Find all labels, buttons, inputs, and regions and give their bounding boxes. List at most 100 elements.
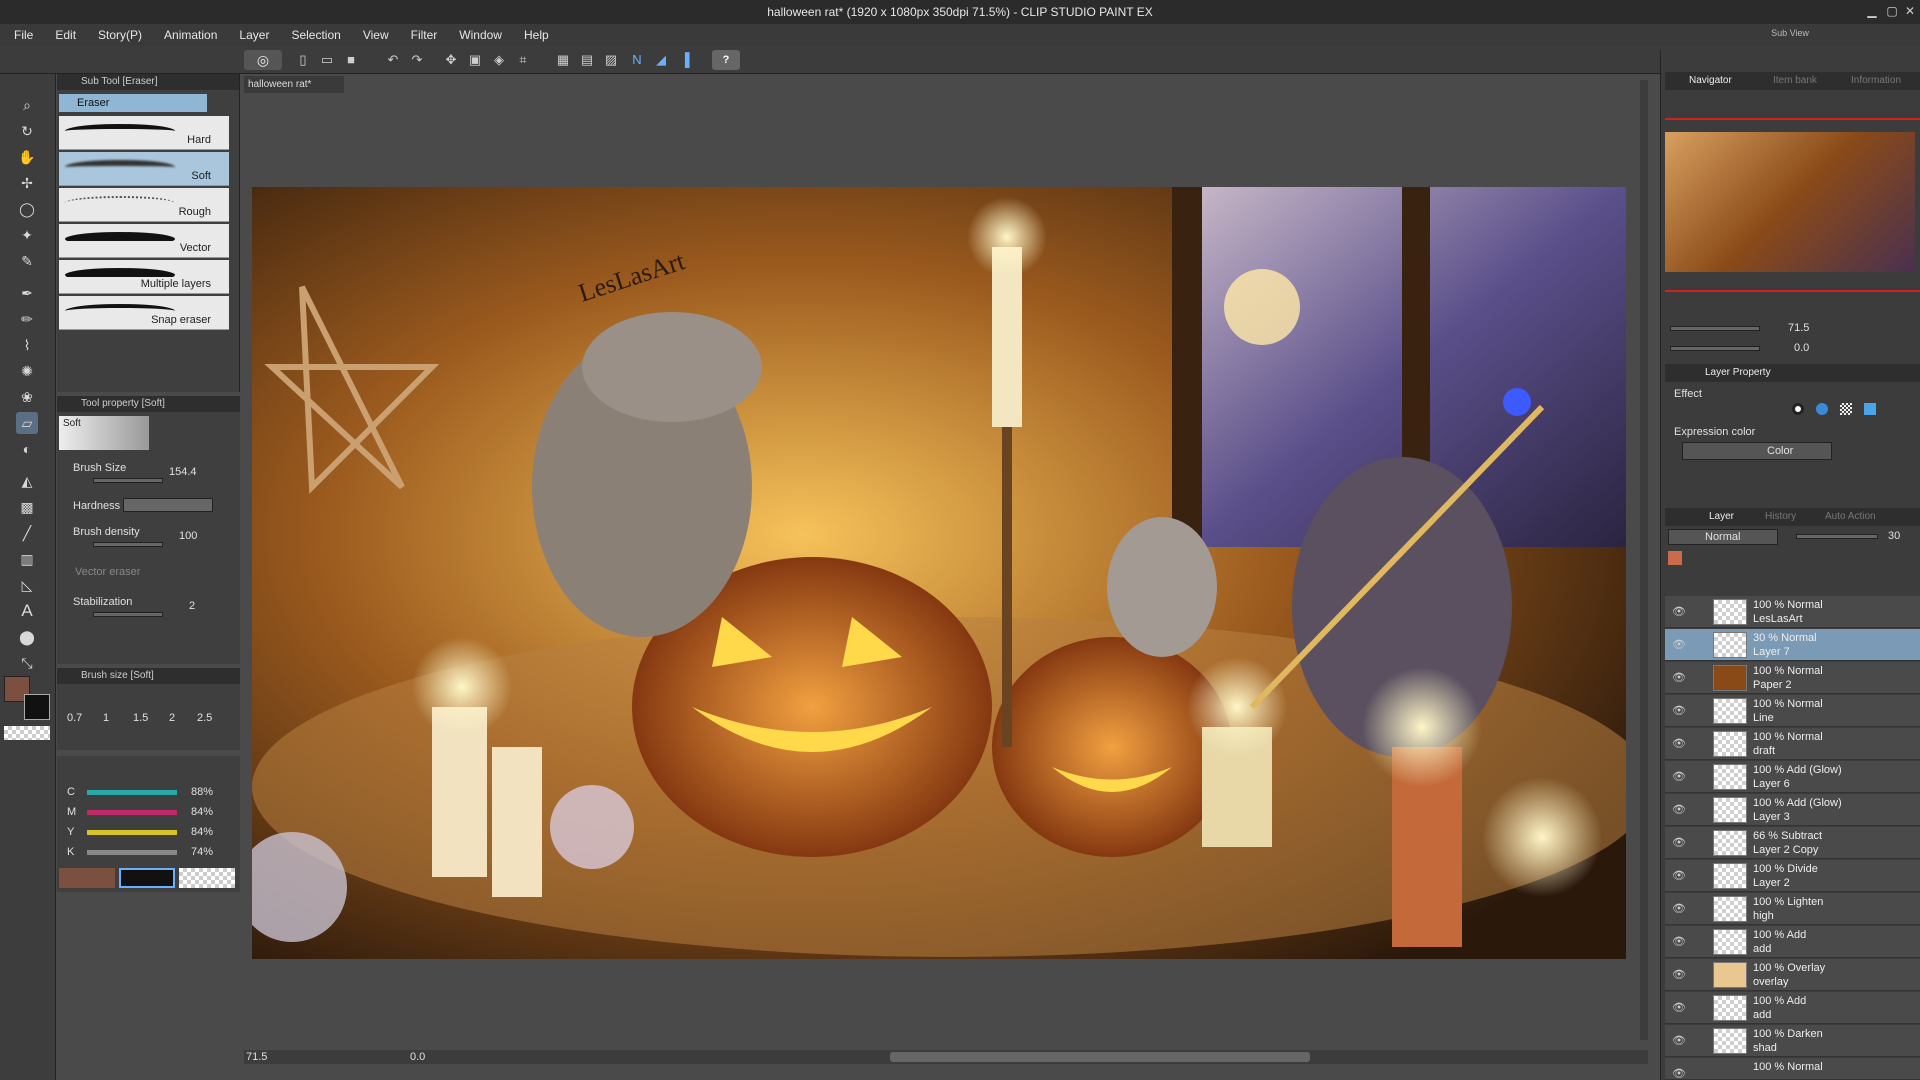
snap-grid-icon[interactable]: ◢ [652, 51, 670, 69]
brush-snap-eraser[interactable]: Snap eraser [59, 296, 229, 330]
blend-tool-icon[interactable]: ◐ [16, 438, 38, 460]
brush-tool-icon[interactable]: ⌇ [16, 334, 38, 356]
grid-icon[interactable]: ▦ [554, 51, 572, 69]
layer-row[interactable]: 👁 100 % Normal LesLasArt [1665, 596, 1920, 628]
sub-color-chip[interactable] [119, 868, 175, 888]
cmyk-k-value[interactable]: 74% [191, 846, 213, 858]
cmyk-m-slider[interactable] [87, 810, 177, 815]
selection-icon[interactable]: ▣ [466, 51, 484, 69]
zoom-tool-icon[interactable]: ⌕ [16, 94, 38, 116]
pencil-tool-icon[interactable]: ✏ [16, 308, 38, 330]
tab-information[interactable]: Information [1851, 75, 1901, 86]
hardness-selector[interactable] [123, 498, 213, 512]
eye-icon[interactable]: 👁 [1672, 704, 1686, 717]
brush-hard[interactable]: Hard [59, 116, 229, 150]
cmyk-c-slider[interactable] [87, 790, 177, 795]
decoration-icon[interactable]: ❀ [16, 386, 38, 408]
tab-item-bank[interactable]: Item bank [1773, 75, 1817, 86]
vertical-scrollbar[interactable] [1640, 80, 1648, 1040]
layer-row[interactable]: 👁 100 % Add (Glow) Layer 3 [1665, 794, 1920, 826]
zoom-readout[interactable]: 71.5 [246, 1051, 267, 1063]
tab-layer[interactable]: Layer [1709, 511, 1734, 522]
layer-color-icon[interactable] [1864, 403, 1876, 415]
eye-icon[interactable]: 👁 [1672, 935, 1686, 948]
transparent-swatch[interactable] [4, 726, 50, 740]
crop-icon[interactable]: ⌗ [514, 51, 532, 69]
correct-line-icon[interactable]: ⤡ [16, 652, 38, 674]
size-option[interactable]: 1.5 [133, 712, 148, 724]
eyedropper-icon[interactable]: ✎ [16, 250, 38, 272]
opacity-slider[interactable] [1796, 534, 1878, 539]
layer-row[interactable]: 👁 100 % Normal Line [1665, 695, 1920, 727]
layer-row[interactable]: 👁 100 % Normal Paper 2 [1665, 662, 1920, 694]
navigator-thumbnail[interactable] [1665, 132, 1915, 272]
menu-layer[interactable]: Layer [239, 28, 269, 42]
lasso-icon[interactable]: ◯ [16, 198, 38, 220]
expression-color-icon[interactable] [1816, 403, 1828, 415]
stabilization-value[interactable]: 2 [189, 600, 195, 612]
angle-readout[interactable]: 0.0 [410, 1051, 425, 1063]
blend-mode-select[interactable]: Normal [1668, 529, 1778, 545]
expression-color-select[interactable]: Color [1682, 442, 1832, 460]
nav-zoom-slider[interactable] [1670, 326, 1760, 331]
menu-file[interactable]: File [14, 28, 33, 42]
new-file-icon[interactable]: ▯ [294, 51, 312, 69]
artwork-canvas[interactable]: LesLasArt [252, 187, 1626, 959]
layer-row[interactable]: 👁 100 % Normal draft [1665, 728, 1920, 760]
vector-eraser-label[interactable]: Vector eraser [75, 566, 140, 578]
size-option[interactable]: 1 [103, 712, 109, 724]
close-icon[interactable]: ✕ [1902, 3, 1918, 19]
brush-density-value[interactable]: 100 [179, 530, 197, 542]
menu-filter[interactable]: Filter [411, 28, 438, 42]
ruler-icon[interactable]: ▤ [578, 51, 596, 69]
menu-help[interactable]: Help [524, 28, 549, 42]
eraser-tool-icon[interactable]: ▱ [16, 412, 38, 434]
brush-soft[interactable]: Soft [59, 152, 229, 186]
undo-icon[interactable]: ↶ [384, 51, 402, 69]
brush-size-slider[interactable] [93, 478, 163, 483]
cmyk-c-value[interactable]: 88% [191, 786, 213, 798]
menu-selection[interactable]: Selection [291, 28, 340, 42]
brush-density-slider[interactable] [93, 542, 163, 547]
brush-size-value[interactable]: 154.4 [169, 466, 197, 478]
eye-icon[interactable]: 👁 [1672, 968, 1686, 981]
border-effect-icon[interactable] [1792, 403, 1804, 415]
layer-mask-icon[interactable]: ▨ [602, 51, 620, 69]
cmyk-k-slider[interactable] [87, 850, 177, 855]
document-tab[interactable]: halloween rat* [244, 76, 344, 93]
open-folder-icon[interactable]: ▭ [318, 51, 336, 69]
tab-layer-property[interactable]: Layer Property [1705, 367, 1771, 378]
pen-tool-icon[interactable]: ✒ [16, 282, 38, 304]
snap-ruler-icon[interactable]: N [628, 51, 646, 69]
text-tool-icon[interactable]: A [16, 600, 38, 622]
main-color-chip[interactable] [59, 868, 115, 888]
balloon-icon[interactable]: ⬤ [16, 626, 38, 648]
stabilization-slider[interactable] [93, 612, 163, 617]
sub-color-swatch[interactable] [24, 694, 50, 720]
maximize-icon[interactable]: ▢ [1884, 3, 1900, 19]
fill-tool-icon[interactable]: ◭ [16, 470, 38, 492]
gradient-icon[interactable]: ▩ [16, 496, 38, 518]
help-icon[interactable]: ? [712, 50, 740, 70]
eye-icon[interactable]: 👁 [1672, 737, 1686, 750]
hand-tool-icon[interactable]: ✋ [16, 146, 38, 168]
eye-icon[interactable]: 👁 [1672, 605, 1686, 618]
nav-zoom-value[interactable]: 71.5 [1788, 322, 1809, 334]
menu-animation[interactable]: Animation [164, 28, 217, 42]
eye-icon[interactable]: 👁 [1672, 638, 1686, 651]
nav-angle-value[interactable]: 0.0 [1794, 342, 1809, 354]
save-icon[interactable]: ■ [342, 51, 360, 69]
menu-window[interactable]: Window [459, 28, 502, 42]
layer-row[interactable]: 👁 66 % Subtract Layer 2 Copy [1665, 827, 1920, 859]
fill-icon[interactable]: ◈ [490, 51, 508, 69]
redo-icon[interactable]: ↷ [408, 51, 426, 69]
opacity-value[interactable]: 30 [1888, 530, 1900, 542]
transform-icon[interactable]: ✥ [442, 51, 460, 69]
tab-auto-action[interactable]: Auto Action [1825, 511, 1876, 522]
tone-effect-icon[interactable] [1840, 403, 1852, 415]
layer-row[interactable]: 👁 100 % Normal [1665, 1058, 1920, 1080]
cmyk-m-value[interactable]: 84% [191, 806, 213, 818]
layer-row[interactable]: 👁 100 % Add add [1665, 992, 1920, 1024]
tab-navigator[interactable]: Navigator [1689, 75, 1732, 86]
clip-studio-icon[interactable]: ◎ [244, 50, 282, 70]
